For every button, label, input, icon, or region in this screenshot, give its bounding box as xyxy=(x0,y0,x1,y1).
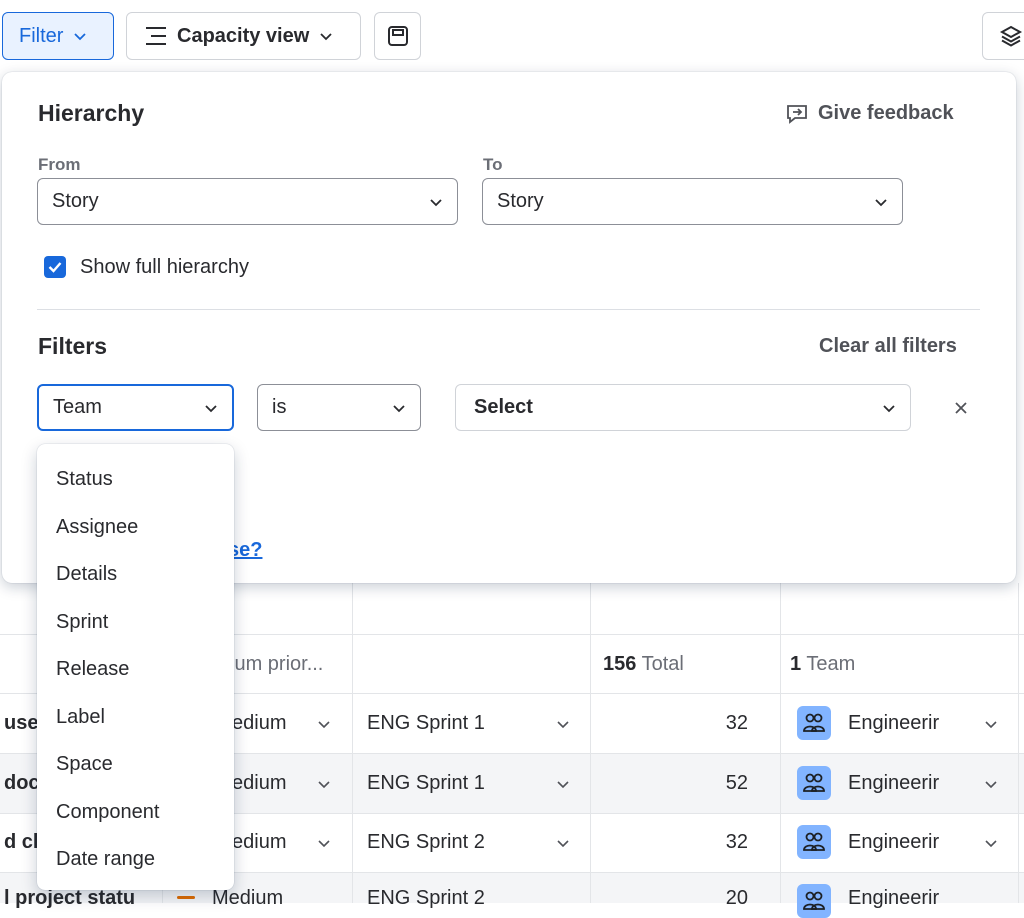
chevron-down-icon[interactable] xyxy=(557,718,569,730)
operator-value: is xyxy=(272,396,287,418)
story-points[interactable]: 20 xyxy=(700,887,748,910)
sprint-value[interactable]: ENG Sprint 2 xyxy=(367,831,485,854)
checkmark-icon xyxy=(48,262,62,273)
people-icon xyxy=(803,713,825,732)
save-icon xyxy=(387,26,408,46)
sprint-value[interactable]: ENG Sprint 2 xyxy=(367,887,485,910)
menu-item-date-range[interactable]: Date range xyxy=(37,836,234,884)
column-divider xyxy=(352,583,353,903)
chevron-down-icon xyxy=(883,404,895,412)
priority-value[interactable]: edium xyxy=(232,772,286,795)
column-divider xyxy=(1018,583,1019,903)
section-divider xyxy=(37,309,980,310)
team-avatar xyxy=(797,825,831,859)
column-divider xyxy=(590,583,591,903)
people-icon xyxy=(803,891,825,910)
chevron-down-icon[interactable] xyxy=(557,778,569,790)
people-icon xyxy=(803,832,825,851)
feedback-icon xyxy=(787,104,807,124)
menu-item-sprint[interactable]: Sprint xyxy=(37,599,234,647)
filter-field-value: Team xyxy=(53,396,102,418)
sprint-value[interactable]: ENG Sprint 1 xyxy=(367,712,485,735)
team-count: 1 xyxy=(790,653,802,675)
team-avatar xyxy=(797,884,831,918)
hierarchy-heading: Hierarchy xyxy=(38,100,145,126)
team-label: Team xyxy=(806,653,856,675)
show-full-hierarchy-label[interactable]: Show full hierarchy xyxy=(80,256,249,279)
chevron-down-icon[interactable] xyxy=(985,778,997,790)
list-indent-icon xyxy=(146,27,166,45)
chevron-down-icon[interactable] xyxy=(318,778,330,790)
menu-item-release[interactable]: Release xyxy=(37,646,234,694)
chevron-down-icon xyxy=(320,33,332,41)
story-points[interactable]: 32 xyxy=(700,831,748,854)
show-full-hierarchy-checkbox[interactable] xyxy=(44,256,66,278)
clear-all-filters-button[interactable]: Clear all filters xyxy=(819,335,957,358)
give-feedback-button[interactable]: Give feedback xyxy=(786,102,954,125)
team-name[interactable]: Engineerir xyxy=(848,772,946,795)
save-view-button[interactable] xyxy=(374,12,421,60)
column-divider xyxy=(780,583,781,903)
chevron-down-icon[interactable] xyxy=(985,718,997,730)
layers-button[interactable] xyxy=(982,12,1024,60)
give-feedback-label: Give feedback xyxy=(818,102,954,124)
capacity-view-button[interactable]: Capacity view xyxy=(126,12,361,60)
priority-value[interactable]: edium xyxy=(232,831,286,854)
team-avatar xyxy=(797,766,831,800)
from-label: From xyxy=(38,155,81,174)
chevron-down-icon xyxy=(430,198,442,206)
clear-all-filters-label: Clear all filters xyxy=(819,335,957,357)
chevron-down-icon[interactable] xyxy=(318,718,330,730)
filters-heading: Filters xyxy=(38,333,108,359)
menu-item-component[interactable]: Component xyxy=(37,789,234,837)
close-icon[interactable] xyxy=(954,401,968,415)
filter-value-select[interactable]: Select xyxy=(455,384,911,431)
people-icon xyxy=(803,773,825,792)
priority-medium-icon xyxy=(177,896,195,899)
filter-field-select[interactable]: Team xyxy=(37,384,234,431)
menu-item-space[interactable]: Space xyxy=(37,741,234,789)
to-label: To xyxy=(483,155,503,174)
chevron-down-icon xyxy=(875,198,887,206)
total-summary: 156 Total xyxy=(603,653,684,676)
menu-item-details[interactable]: Details xyxy=(37,551,234,599)
priority-summary: ium prior... xyxy=(230,653,324,675)
from-select[interactable]: Story xyxy=(37,178,458,225)
team-avatar xyxy=(797,706,831,740)
chevron-down-icon[interactable] xyxy=(985,837,997,849)
issue-name[interactable]: use xyxy=(4,712,38,735)
issue-name[interactable]: l project statu xyxy=(4,887,135,910)
from-select-value: Story xyxy=(52,190,99,212)
to-select-value: Story xyxy=(497,190,544,212)
chevron-down-icon xyxy=(393,404,405,412)
priority-value[interactable]: edium xyxy=(232,712,286,735)
team-summary: 1 Team xyxy=(790,653,855,676)
menu-item-status[interactable]: Status xyxy=(37,456,234,504)
chevron-down-icon xyxy=(74,33,87,41)
filter-button[interactable]: Filter xyxy=(2,12,114,60)
capacity-view-label: Capacity view xyxy=(177,24,310,47)
chevron-down-icon[interactable] xyxy=(318,837,330,849)
total-count: 156 xyxy=(603,653,637,675)
team-name[interactable]: Engineerir xyxy=(848,887,946,910)
priority-value[interactable]: Medium xyxy=(212,887,283,910)
operator-select[interactable]: is xyxy=(257,384,421,431)
to-select[interactable]: Story xyxy=(482,178,903,225)
chevron-down-icon[interactable] xyxy=(557,837,569,849)
menu-item-label[interactable]: Label xyxy=(37,694,234,742)
story-points[interactable]: 32 xyxy=(700,712,748,735)
total-label: Total xyxy=(641,653,684,675)
filter-value-placeholder: Select xyxy=(474,396,533,418)
issue-name[interactable]: doc xyxy=(4,772,40,795)
story-points[interactable]: 52 xyxy=(700,772,748,795)
chevron-down-icon xyxy=(205,404,217,412)
menu-item-assignee[interactable]: Assignee xyxy=(37,504,234,552)
team-name[interactable]: Engineerir xyxy=(848,831,946,854)
sprint-value[interactable]: ENG Sprint 1 xyxy=(367,772,485,795)
layers-icon xyxy=(999,25,1023,47)
filter-label: Filter xyxy=(19,24,64,47)
team-name[interactable]: Engineerir xyxy=(848,712,946,735)
filter-field-dropdown: Status Assignee Details Sprint Release L… xyxy=(37,444,234,890)
